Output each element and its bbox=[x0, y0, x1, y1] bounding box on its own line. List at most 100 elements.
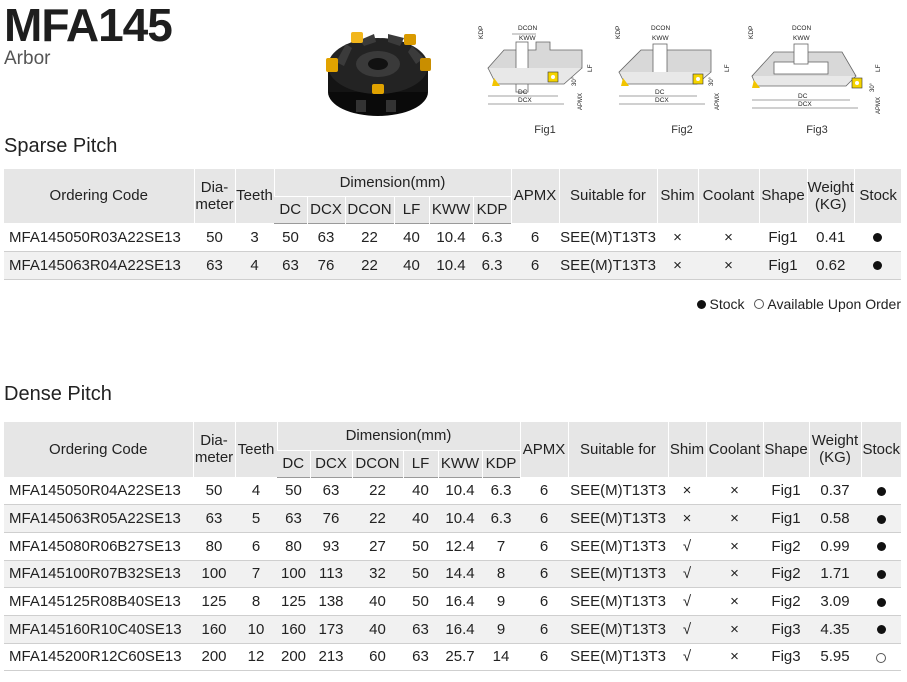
col-weight: Weight (KG) bbox=[808, 422, 861, 478]
cell-dcx: 63 bbox=[307, 222, 345, 252]
col-diameter: Dia-meter bbox=[192, 422, 235, 478]
cell-dcon: 22 bbox=[352, 504, 403, 533]
table-row: MFA145160R10C40SE13 160 10 160 173 40 63 16.4 9 6… bbox=[4, 615, 901, 644]
fig2-dcon-label: DCON bbox=[651, 25, 670, 32]
fig1-kww-label: KWW bbox=[519, 35, 536, 42]
cell-weight: 0.62 bbox=[807, 251, 855, 280]
fig1-kdp-label: KDP bbox=[478, 26, 485, 39]
cell-dc: 63 bbox=[274, 251, 307, 280]
cell-apmx: 6 bbox=[520, 560, 568, 589]
cell-stock bbox=[861, 560, 901, 589]
cell-code: MFA145063R05A22SE13 bbox=[4, 504, 193, 533]
stock-dot-icon bbox=[876, 514, 886, 524]
fig1-dcx-label: DCX bbox=[518, 97, 532, 104]
fig1-dcon-label: DCON bbox=[518, 25, 537, 32]
cell-teeth: 6 bbox=[235, 532, 277, 561]
legend-stock: Stock bbox=[709, 296, 745, 312]
cell-dcon: 22 bbox=[345, 222, 394, 252]
cell-shim: × bbox=[657, 222, 698, 252]
cell-kww: 14.4 bbox=[438, 560, 482, 589]
cell-kww: 10.4 bbox=[429, 222, 473, 252]
cell-stock bbox=[861, 476, 901, 506]
fig1-dc-label: DC bbox=[518, 89, 528, 96]
cell-weight: 0.58 bbox=[809, 504, 861, 533]
cell-suitable: SEE(M)T13T3 bbox=[568, 504, 668, 533]
fig3-kdp-label: KDP bbox=[748, 26, 755, 39]
cell-dc: 63 bbox=[277, 504, 310, 533]
cell-lf: 63 bbox=[403, 615, 438, 644]
stock-dot-icon bbox=[876, 542, 886, 552]
fig3-dcon-label: DCON bbox=[792, 25, 811, 32]
cell-teeth: 5 bbox=[235, 504, 277, 533]
cell-kdp: 9 bbox=[482, 587, 520, 616]
cell-dcon: 60 bbox=[352, 643, 403, 672]
cell-coolant: × bbox=[706, 560, 763, 589]
col-teeth: Teeth bbox=[234, 422, 277, 478]
fig3-lf-label: LF bbox=[875, 64, 882, 72]
table-row: MFA145050R04A22SE13 50 4 50 63 22 40 10.4 6.3 6 SE… bbox=[4, 476, 901, 506]
cell-kdp: 9 bbox=[482, 615, 520, 644]
cell-lf: 63 bbox=[403, 643, 438, 672]
cell-kdp: 14 bbox=[482, 643, 520, 672]
cell-shim: √ bbox=[668, 532, 706, 561]
cell-diameter: 50 bbox=[193, 476, 235, 506]
cell-dcx: 173 bbox=[310, 615, 352, 644]
col-kdp: KDP bbox=[481, 449, 520, 477]
legend-order: Available Upon Order bbox=[767, 296, 901, 312]
stock-dot-icon bbox=[876, 486, 886, 496]
cell-lf: 50 bbox=[403, 560, 438, 589]
cell-dc: 50 bbox=[274, 222, 307, 252]
col-dcx: DCX bbox=[306, 195, 345, 223]
cell-coolant: × bbox=[706, 476, 763, 506]
cell-shim: √ bbox=[668, 643, 706, 672]
cell-apmx: 6 bbox=[520, 504, 568, 533]
fig2-dc-label: DC bbox=[655, 89, 665, 96]
col-dcon: DCON bbox=[351, 449, 403, 477]
col-dimension: Dimension(mm) bbox=[273, 169, 511, 197]
cell-kww: 12.4 bbox=[438, 532, 482, 561]
cell-coolant: × bbox=[706, 587, 763, 616]
order-circle-icon bbox=[876, 652, 886, 663]
cell-dcx: 76 bbox=[307, 251, 345, 280]
cell-kdp: 8 bbox=[482, 560, 520, 589]
cell-lf: 40 bbox=[403, 476, 438, 506]
cell-coolant: × bbox=[706, 643, 763, 672]
cell-code: MFA145080R06B27SE13 bbox=[4, 532, 193, 561]
cell-weight: 0.99 bbox=[809, 532, 861, 561]
cell-weight: 4.35 bbox=[809, 615, 861, 644]
sparse-table: Ordering Code Dia-meter Teeth Dimension(… bbox=[4, 169, 902, 280]
cell-apmx: 6 bbox=[520, 476, 568, 506]
figure-3: DCON KWW KDP DC DCX LF APMX 30° Fig3 bbox=[746, 20, 888, 144]
cell-coolant: × bbox=[706, 615, 763, 644]
stock-dot-icon bbox=[873, 261, 883, 271]
cell-code: MFA145160R10C40SE13 bbox=[4, 615, 193, 644]
col-dcx: DCX bbox=[309, 449, 352, 477]
col-weight: Weight (KG) bbox=[806, 169, 855, 224]
cell-suitable: SEE(M)T13T3 bbox=[568, 532, 668, 561]
cell-coolant: × bbox=[698, 222, 759, 252]
cell-apmx: 6 bbox=[520, 587, 568, 616]
fig1-caption: Fig1 bbox=[534, 124, 556, 136]
table-row: MFA145063R05A22SE13 63 5 63 76 22 40 10.4 6.3 6 SE… bbox=[4, 504, 901, 533]
table-row: MFA145063R04A22SE13 63 4 63 76 22 40 10.4 6.3 6 SE… bbox=[4, 251, 902, 280]
cell-apmx: 6 bbox=[511, 251, 559, 280]
figure-2: DCON KWW KDP DC DCX LF APMX 30° Fig2 bbox=[611, 20, 753, 144]
fig2-kdp-label: KDP bbox=[615, 26, 622, 39]
cell-coolant: × bbox=[706, 504, 763, 533]
cell-teeth: 8 bbox=[235, 587, 277, 616]
cell-teeth: 12 bbox=[235, 643, 277, 672]
col-coolant: Coolant bbox=[697, 169, 759, 224]
fig2-dcx-label: DCX bbox=[655, 97, 669, 104]
fig3-caption: Fig3 bbox=[806, 124, 828, 136]
cell-shape: Fig2 bbox=[763, 587, 809, 616]
cell-suitable: SEE(M)T13T3 bbox=[568, 615, 668, 644]
fig1-angle-label: 30° bbox=[572, 76, 578, 86]
fig3-dc-label: DC bbox=[798, 93, 808, 100]
cell-dcon: 40 bbox=[352, 587, 403, 616]
col-lf: LF bbox=[393, 195, 429, 223]
cell-diameter: 63 bbox=[193, 504, 235, 533]
cell-lf: 50 bbox=[403, 532, 438, 561]
cell-diameter: 50 bbox=[194, 222, 235, 252]
cell-diameter: 100 bbox=[193, 560, 235, 589]
cell-dc: 160 bbox=[277, 615, 310, 644]
